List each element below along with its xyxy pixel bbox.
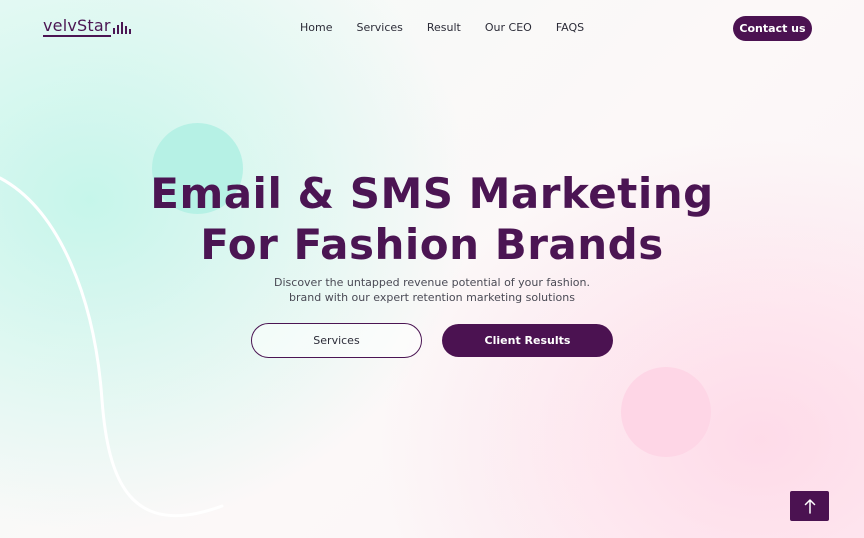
main-nav: Home Services Result Our CEO FAQS <box>300 21 584 34</box>
hero-subtitle-line-2: brand with our expert retention marketin… <box>289 291 575 304</box>
nav-result[interactable]: Result <box>427 21 461 34</box>
logo-text: velvStar <box>43 16 111 37</box>
hero-subtitle-line-1: Discover the untapped revenue potential … <box>274 276 590 289</box>
hero-title-line-2: For Fashion Brands <box>200 220 664 269</box>
services-button[interactable]: Services <box>251 323 422 358</box>
brand-logo[interactable]: velvStar <box>43 18 132 37</box>
nav-home[interactable]: Home <box>300 21 332 34</box>
hero-title-line-1: Email & SMS Marketing <box>150 169 714 218</box>
hero-title: Email & SMS Marketing For Fashion Brands <box>0 168 864 270</box>
decorative-pink-circle <box>621 367 711 457</box>
contact-us-button[interactable]: Contact us <box>733 16 812 41</box>
nav-services[interactable]: Services <box>356 21 402 34</box>
arrow-up-icon <box>804 499 815 514</box>
hero-subtitle: Discover the untapped revenue potential … <box>0 275 864 305</box>
scroll-to-top-button[interactable] <box>790 491 829 521</box>
nav-faqs[interactable]: FAQS <box>556 21 584 34</box>
client-results-button[interactable]: Client Results <box>442 324 613 357</box>
sound-bars-icon <box>112 22 131 34</box>
nav-our-ceo[interactable]: Our CEO <box>485 21 532 34</box>
